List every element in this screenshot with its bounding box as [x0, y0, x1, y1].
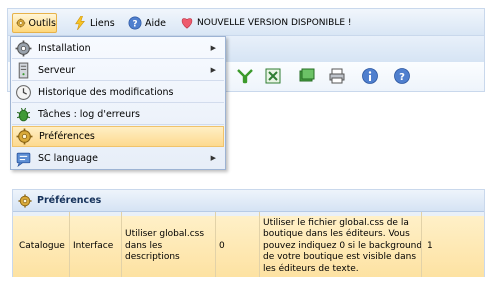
info-icon[interactable]: [361, 67, 379, 85]
menu-item-serveur[interactable]: Serveur ▶: [12, 60, 224, 81]
submenu-arrow-icon: ▶: [210, 44, 216, 52]
cell-section: Interface: [73, 240, 114, 251]
lightning-icon: [75, 16, 85, 30]
menu-item-label: Serveur: [38, 64, 76, 76]
excel-icon[interactable]: [264, 67, 282, 85]
menu-item-taches[interactable]: Tâches : log d'erreurs: [12, 104, 224, 125]
menu-item-historique[interactable]: Historique des modifications: [12, 82, 224, 103]
filter-icon[interactable]: [236, 67, 254, 85]
menu-item-label: Préférences: [39, 131, 95, 142]
panel-title: Préférences: [37, 195, 102, 206]
print-icon[interactable]: [328, 67, 346, 85]
cell-value: 0: [219, 240, 225, 251]
menu-item-installation[interactable]: Installation ▶: [12, 38, 224, 59]
menu-item-label: Historique des modifications: [38, 86, 174, 98]
gear-icon: [15, 40, 32, 56]
top-menubar: Outils Liens ? Aide NOUVELLE VERSION DIS…: [7, 8, 485, 36]
menu-item-preferences[interactable]: Préférences: [12, 126, 224, 147]
history-icon: [16, 84, 31, 100]
help-icon: ?: [128, 16, 142, 30]
language-icon: [16, 152, 31, 167]
submenu-arrow-icon: ▶: [210, 66, 216, 74]
menu-new-version[interactable]: NOUVELLE VERSION DISPONIBLE !: [180, 13, 352, 33]
server-icon: [18, 62, 29, 78]
cell-default: 1: [427, 240, 433, 251]
columns-icon[interactable]: [297, 67, 315, 85]
menu-item-label: Tâches : log d'erreurs: [38, 108, 140, 120]
outils-dropdown-menu: Installation ▶ Serveur ▶ Historique des …: [10, 36, 226, 170]
bug-icon: [16, 107, 31, 121]
cell-description: Utiliser le fichier global.css de la bou…: [263, 217, 423, 274]
column-divider: [421, 212, 422, 277]
cell-name: Utiliser global.css dans les description…: [125, 229, 205, 263]
cell-category: Catalogue: [19, 240, 65, 251]
panel-header: Préférences: [13, 190, 484, 212]
svg-text:?: ?: [132, 20, 137, 30]
menu-aide-label: Aide: [145, 17, 167, 29]
menu-item-sc-language[interactable]: SC language ▶: [12, 148, 224, 169]
menu-item-label: SC language: [38, 153, 98, 164]
column-divider: [121, 212, 122, 277]
table-row[interactable]: Catalogue Interface Utiliser global.css …: [13, 216, 484, 277]
help-icon[interactable]: ?: [393, 67, 411, 85]
gear-icon: [16, 18, 26, 28]
preferences-gear-icon: [18, 193, 32, 208]
menu-liens-label: Liens: [90, 17, 115, 29]
column-divider: [215, 212, 216, 277]
menu-aide[interactable]: ? Aide: [128, 13, 166, 33]
preferences-gear-icon: [16, 128, 33, 145]
heart-icon: [181, 18, 193, 29]
svg-text:?: ?: [399, 72, 405, 83]
menu-outils[interactable]: Outils: [12, 13, 57, 33]
menu-liens[interactable]: Liens: [73, 13, 115, 33]
submenu-arrow-icon: ▶: [210, 154, 216, 162]
menu-new-version-label: NOUVELLE VERSION DISPONIBLE !: [197, 18, 352, 28]
preferences-panel: Préférences Catalogue Interface Utiliser…: [12, 189, 485, 277]
column-divider: [259, 212, 260, 277]
menu-outils-label: Outils: [28, 17, 56, 29]
menu-item-label: Installation: [38, 42, 91, 54]
column-divider: [69, 212, 70, 277]
